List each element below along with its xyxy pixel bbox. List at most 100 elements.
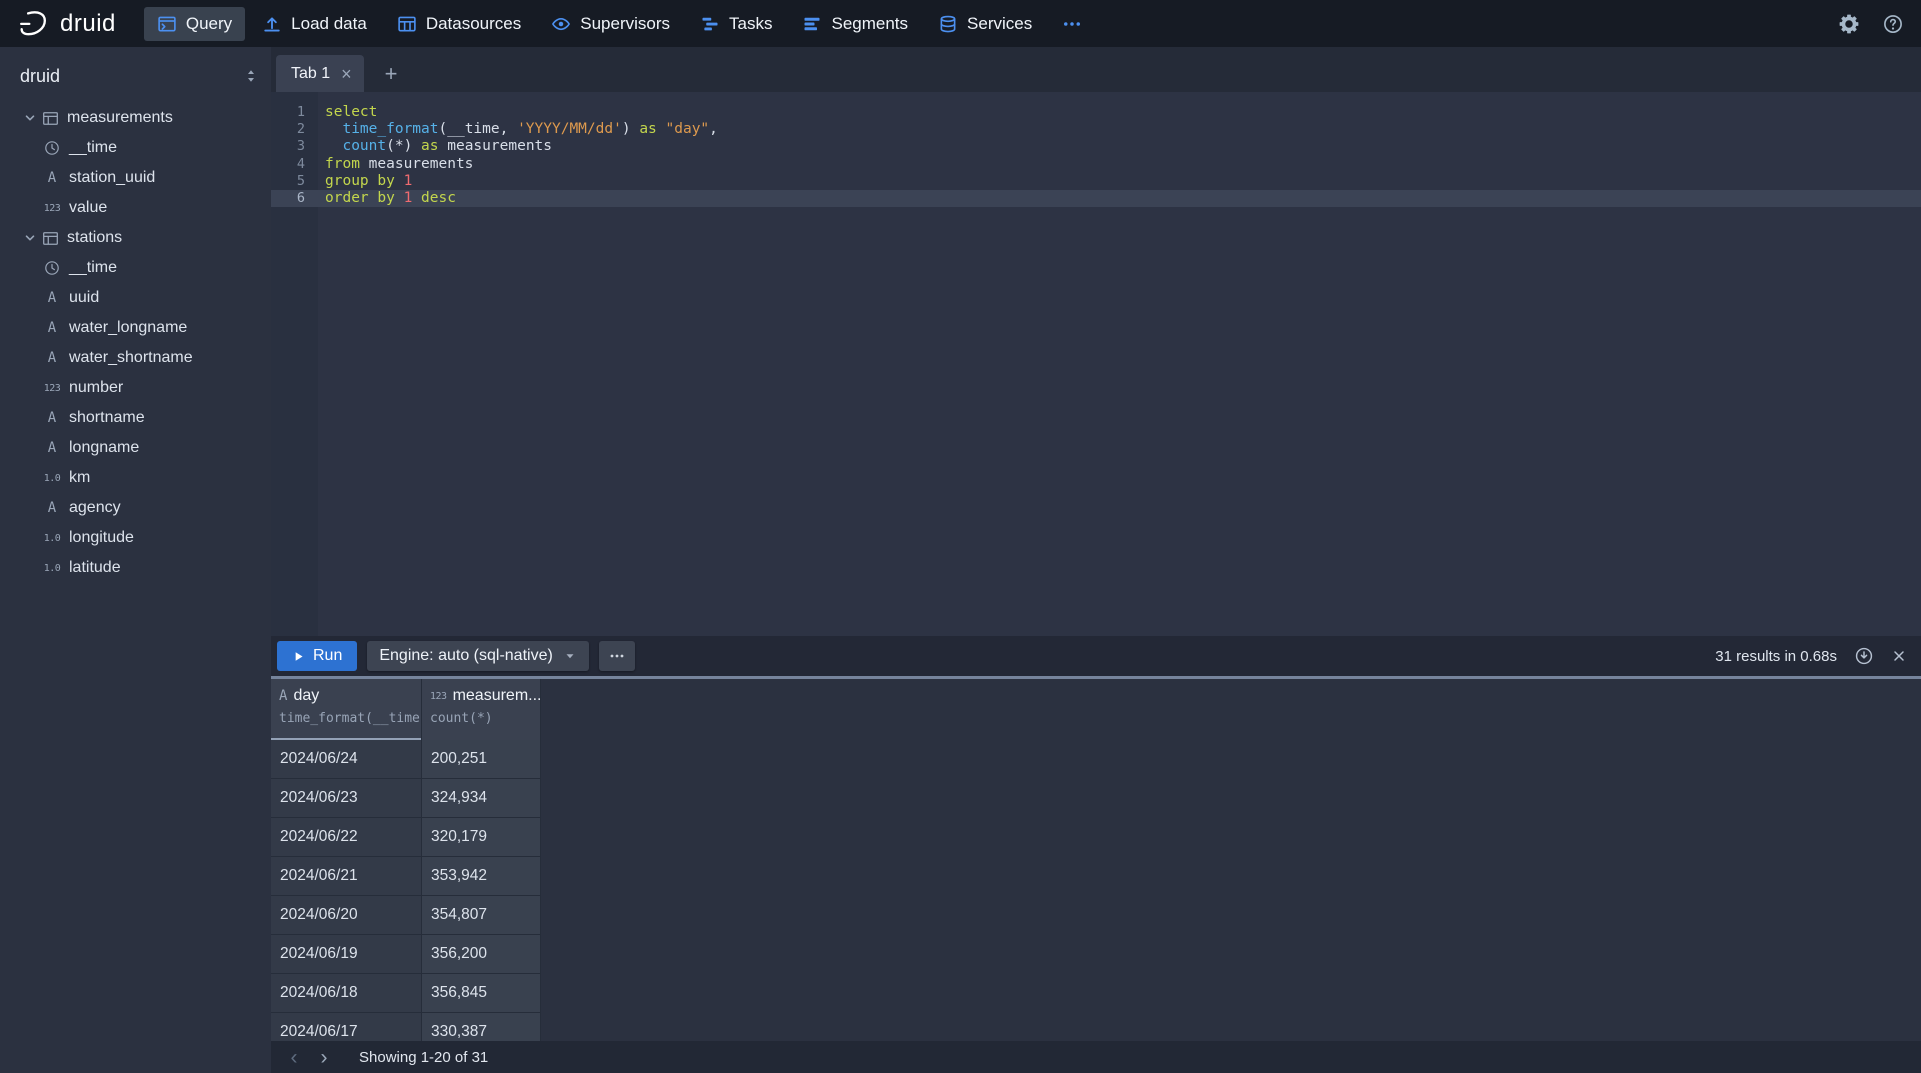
float-type-icon: 1.0	[42, 473, 62, 484]
load-data-icon	[262, 14, 282, 34]
result-cell[interactable]: 2024/06/23	[271, 779, 422, 818]
tree-item-number[interactable]: 123number	[20, 373, 271, 403]
add-tab-button[interactable]: +	[379, 63, 404, 85]
tree-item-water_shortname[interactable]: Awater_shortname	[20, 343, 271, 373]
table-row: 2024/06/20354,807	[271, 896, 1921, 935]
nav-item-label: Query	[186, 14, 232, 34]
tab-1[interactable]: Tab 1 ×	[276, 55, 364, 92]
float-type-icon: 1.0	[42, 563, 62, 574]
nav-item-datasources[interactable]: Datasources	[384, 7, 534, 41]
column-formula: time_format(__time, …	[279, 711, 421, 726]
tree-item-longitude[interactable]: 1.0longitude	[20, 523, 271, 553]
result-cell[interactable]: 320,179	[422, 818, 541, 857]
result-cell[interactable]: 356,200	[422, 935, 541, 974]
tree-item-agency[interactable]: Aagency	[20, 493, 271, 523]
table-row: 2024/06/19356,200	[271, 935, 1921, 974]
tree-item-km[interactable]: 1.0km	[20, 463, 271, 493]
schema-title: druid	[20, 66, 60, 87]
druid-logo-icon	[18, 8, 50, 40]
result-cell[interactable]: 2024/06/20	[271, 896, 422, 935]
line-number: 6	[271, 190, 318, 207]
code-line-4[interactable]: 4from measurements	[271, 156, 1921, 173]
nav-item-label: Supervisors	[580, 14, 670, 34]
tree-item-__time[interactable]: __time	[20, 133, 271, 163]
tree-item-__time[interactable]: __time	[20, 253, 271, 283]
query-tabbar: Tab 1 × +	[271, 47, 1921, 92]
code-line-6[interactable]: 6order by 1 desc	[271, 190, 1921, 207]
help-icon[interactable]	[1883, 14, 1903, 34]
tree-item-station_uuid[interactable]: Astation_uuid	[20, 163, 271, 193]
result-cell[interactable]: 2024/06/24	[271, 740, 422, 779]
table-row: 2024/06/17330,387	[271, 1013, 1921, 1041]
code-text: select	[318, 104, 377, 121]
next-page-button[interactable]: ›	[309, 1047, 339, 1068]
string-type-icon: A	[42, 500, 62, 516]
string-type-icon: A	[42, 170, 62, 186]
result-cell[interactable]: 2024/06/21	[271, 857, 422, 896]
nav-item-supervisors[interactable]: Supervisors	[538, 7, 683, 41]
column-header-measurem...[interactable]: 123measurem...count(*)	[422, 679, 541, 740]
string-type-icon: A	[42, 320, 62, 336]
code-line-5[interactable]: 5group by 1	[271, 173, 1921, 190]
tree-item-longname[interactable]: Alongname	[20, 433, 271, 463]
pagination-text: Showing 1-20 of 31	[359, 1049, 488, 1066]
services-icon	[938, 14, 958, 34]
tree-item-label: station_uuid	[69, 169, 155, 187]
result-cell[interactable]: 354,807	[422, 896, 541, 935]
results-footer: ‹ › Showing 1-20 of 31	[271, 1041, 1921, 1073]
result-cell[interactable]: 2024/06/18	[271, 974, 422, 1013]
close-tab-icon[interactable]: ×	[341, 65, 352, 83]
result-cell[interactable]: 356,845	[422, 974, 541, 1013]
engine-select[interactable]: Engine: auto (sql-native)	[367, 641, 588, 671]
chevron-down-icon	[20, 110, 40, 126]
results-body: 2024/06/24200,2512024/06/23324,9342024/0…	[271, 740, 1921, 1041]
result-cell[interactable]: 2024/06/17	[271, 1013, 422, 1041]
line-number: 2	[271, 121, 318, 138]
tree-item-uuid[interactable]: Auuid	[20, 283, 271, 313]
settings-gear-icon[interactable]	[1839, 14, 1859, 34]
play-icon	[292, 650, 305, 663]
tree-item-stations[interactable]: stations	[20, 223, 271, 253]
result-cell[interactable]: 324,934	[422, 779, 541, 818]
table-row: 2024/06/21353,942	[271, 857, 1921, 896]
query-view: Tab 1 × + 1select2 time_format(__time, '…	[271, 47, 1921, 1073]
run-button[interactable]: Run	[277, 641, 357, 671]
nav-item-query[interactable]: Query	[144, 7, 245, 41]
tree-item-value[interactable]: 123value	[20, 193, 271, 223]
prev-page-button[interactable]: ‹	[279, 1047, 309, 1068]
tree-item-latitude[interactable]: 1.0 latitude	[20, 553, 271, 583]
code-text: from measurements	[318, 156, 473, 173]
nav-item-more[interactable]	[1049, 7, 1095, 41]
tree-item-label: uuid	[69, 289, 99, 307]
code-line-2[interactable]: 2 time_format(__time, 'YYYY/MM/dd') as "…	[271, 121, 1921, 138]
tree-item-label: water_longname	[69, 319, 187, 337]
query-more-button[interactable]	[599, 641, 635, 671]
result-cell[interactable]: 353,942	[422, 857, 541, 896]
tree-item-measurements[interactable]: measurements	[20, 103, 271, 133]
column-type-icon: 123	[430, 691, 447, 702]
nav-item-services[interactable]: Services	[925, 7, 1045, 41]
sql-editor[interactable]: 1select2 time_format(__time, 'YYYY/MM/dd…	[271, 92, 1921, 636]
chevron-down-icon	[20, 230, 40, 246]
nav-item-load-data[interactable]: Load data	[249, 7, 380, 41]
nav-item-segments[interactable]: Segments	[789, 7, 921, 41]
nav-item-tasks[interactable]: Tasks	[687, 7, 785, 41]
code-line-1[interactable]: 1select	[271, 104, 1921, 121]
result-cell[interactable]: 2024/06/19	[271, 935, 422, 974]
tree-item-shortname[interactable]: Ashortname	[20, 403, 271, 433]
column-header-day[interactable]: Adaytime_format(__time, …	[271, 679, 422, 740]
result-cell[interactable]: 200,251	[422, 740, 541, 779]
druid-logo[interactable]: druid	[18, 8, 116, 40]
nav-item-label: Tasks	[729, 14, 772, 34]
close-results-icon[interactable]	[1891, 648, 1907, 664]
clock-icon	[42, 260, 62, 276]
result-cell[interactable]: 330,387	[422, 1013, 541, 1041]
download-results-icon[interactable]	[1855, 647, 1873, 665]
editor-lines: 1select2 time_format(__time, 'YYYY/MM/dd…	[271, 104, 1921, 207]
result-cell[interactable]: 2024/06/22	[271, 818, 422, 857]
tree-item-label: latitude	[69, 559, 121, 577]
double-caret-sort-icon[interactable]	[243, 68, 259, 84]
code-text: time_format(__time, 'YYYY/MM/dd') as "da…	[318, 121, 718, 138]
tree-item-water_longname[interactable]: Awater_longname	[20, 313, 271, 343]
code-line-3[interactable]: 3 count(*) as measurements	[271, 138, 1921, 155]
